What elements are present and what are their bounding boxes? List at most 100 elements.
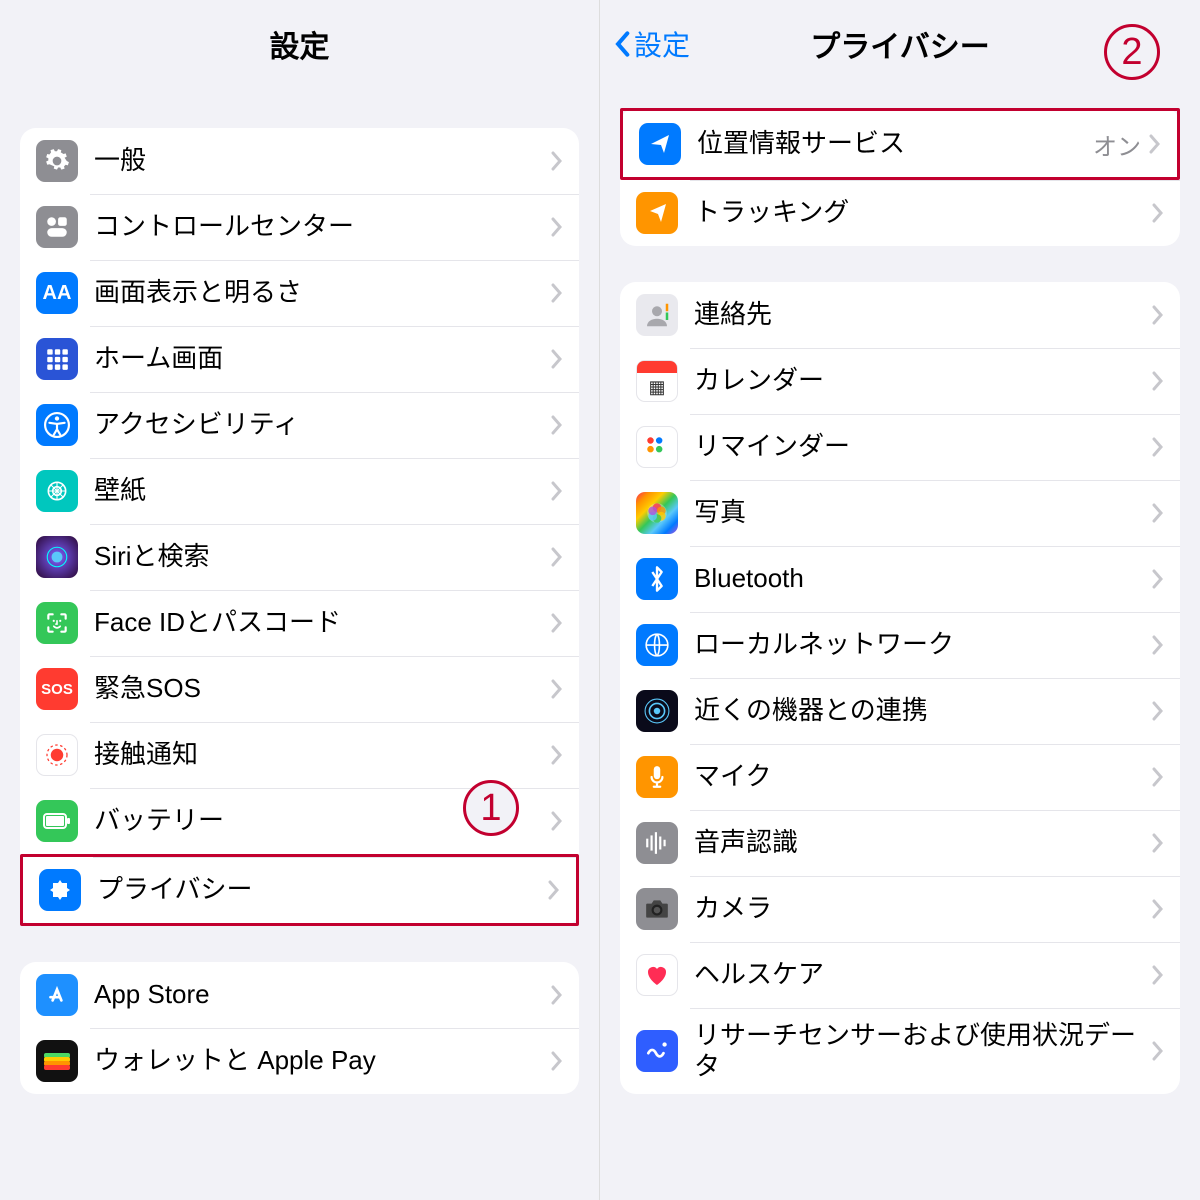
tracking-icon (636, 192, 678, 234)
wallpaper-icon (36, 470, 78, 512)
chevron-right-icon (1152, 437, 1164, 457)
row-label: 緊急SOS (94, 673, 551, 704)
settings-row[interactable]: ホーム画面 (20, 326, 579, 392)
row-label: プライバシー (97, 874, 548, 905)
bluetooth-icon (636, 558, 678, 600)
settings-row[interactable]: リサーチセンサーおよび使用状況データ (620, 1008, 1180, 1094)
settings-row[interactable]: 壁紙 (20, 458, 579, 524)
chevron-right-icon (1152, 1041, 1164, 1061)
row-label: カレンダー (694, 365, 1152, 396)
settings-screen: 設定 一般コントロールセンター AA 画面表示と明るさホーム画面アクセシビリティ壁紙… (0, 0, 600, 1200)
settings-row[interactable]: 一般 (20, 128, 579, 194)
settings-row[interactable]: マイク (620, 744, 1180, 810)
row-label: Bluetooth (694, 563, 1152, 594)
annotation-1: 1 (463, 780, 519, 836)
settings-row[interactable]: ▦ カレンダー (620, 348, 1180, 414)
settings-row[interactable]: AA 画面表示と明るさ (20, 260, 579, 326)
settings-row[interactable]: 位置情報サービスオン (620, 108, 1180, 180)
chevron-right-icon (551, 481, 563, 501)
calendar-icon: ▦ (636, 360, 678, 402)
chevron-right-icon (551, 283, 563, 303)
settings-row[interactable]: リマインダー (620, 414, 1180, 480)
accessibility-icon (36, 404, 78, 446)
chevron-right-icon (551, 415, 563, 435)
row-label: 画面表示と明るさ (94, 277, 551, 308)
nav-header: 設定 (0, 0, 599, 88)
photos-icon (636, 492, 678, 534)
settings-row[interactable]: Bluetooth (620, 546, 1180, 612)
privacy-group-1: 位置情報サービスオントラッキング (620, 108, 1180, 246)
chevron-right-icon (1152, 371, 1164, 391)
settings-row[interactable]: ローカルネットワーク (620, 612, 1180, 678)
chevron-right-icon (1152, 569, 1164, 589)
row-label: カメラ (694, 893, 1152, 924)
settings-row[interactable]: アクセシビリティ (20, 392, 579, 458)
local-network-icon (636, 624, 678, 666)
row-label: ウォレットと Apple Pay (94, 1045, 551, 1076)
settings-row[interactable]: 写真 (620, 480, 1180, 546)
camera-icon (636, 888, 678, 930)
row-label: 近くの機器との連携 (694, 695, 1152, 726)
row-label: Siriと検索 (94, 541, 551, 572)
settings-row[interactable]: ヘルスケア (620, 942, 1180, 1008)
row-label: リマインダー (694, 431, 1152, 462)
chevron-right-icon (548, 880, 560, 900)
settings-row[interactable]: プライバシー (20, 854, 579, 926)
page-title: プライバシー (810, 22, 989, 66)
chevron-right-icon (1152, 305, 1164, 325)
faceid-icon (36, 602, 78, 644)
chevron-right-icon (551, 151, 563, 171)
settings-row[interactable]: App Store (20, 962, 579, 1028)
chevron-right-icon (1152, 767, 1164, 787)
privacy-content: 位置情報サービスオントラッキング 連絡先 ▦ カレンダーリマインダー写真 Blueto… (600, 88, 1200, 1200)
chevron-right-icon (551, 745, 563, 765)
back-button[interactable]: 設定 (614, 24, 690, 64)
annotation-2: 2 (1104, 24, 1160, 80)
settings-row[interactable]: 近くの機器との連携 (620, 678, 1180, 744)
privacy-screen: 設定 プライバシー 位置情報サービスオントラッキング 連絡先 ▦ カレンダーリマイン… (600, 0, 1200, 1200)
settings-row[interactable]: 接触通知 (20, 722, 579, 788)
nearby-icon (636, 690, 678, 732)
settings-row[interactable]: コントロールセンター (20, 194, 579, 260)
row-label: 音声認識 (694, 827, 1152, 858)
contacts-icon (636, 294, 678, 336)
chevron-right-icon (551, 985, 563, 1005)
chevron-right-icon (1152, 965, 1164, 985)
research-icon (636, 1030, 678, 1072)
settings-row[interactable]: SOS緊急SOS (20, 656, 579, 722)
chevron-right-icon (1149, 134, 1161, 154)
settings-group-2: App Store ウォレットと Apple Pay (20, 962, 579, 1094)
chevron-right-icon (551, 679, 563, 699)
home-screen-icon (36, 338, 78, 380)
settings-row[interactable]: Siriと検索 (20, 524, 579, 590)
chevron-right-icon (551, 1051, 563, 1071)
chevron-right-icon (551, 349, 563, 369)
settings-row[interactable]: カメラ (620, 876, 1180, 942)
row-label: 一般 (94, 145, 551, 176)
row-label: 連絡先 (694, 299, 1152, 330)
display-icon: AA (36, 272, 78, 314)
settings-content: 一般コントロールセンター AA 画面表示と明るさホーム画面アクセシビリティ壁紙 Sir… (0, 88, 599, 1200)
row-label: 接触通知 (94, 739, 551, 770)
microphone-icon (636, 756, 678, 798)
row-label: ヘルスケア (694, 959, 1152, 990)
settings-row[interactable]: Face IDとパスコード (20, 590, 579, 656)
row-label: コントロールセンター (94, 211, 551, 242)
exposure-icon (36, 734, 78, 776)
chevron-right-icon (1152, 899, 1164, 919)
chevron-left-icon (614, 30, 630, 58)
row-label: マイク (694, 761, 1152, 792)
row-label: App Store (94, 979, 551, 1010)
row-label: アクセシビリティ (94, 409, 551, 440)
chevron-right-icon (1152, 203, 1164, 223)
settings-row[interactable]: 連絡先 (620, 282, 1180, 348)
chevron-right-icon (1152, 635, 1164, 655)
privacy-icon (39, 869, 81, 911)
siri-icon (36, 536, 78, 578)
settings-row[interactable]: トラッキング (620, 180, 1180, 246)
battery-icon (36, 800, 78, 842)
row-label: ホーム画面 (94, 343, 551, 374)
settings-row[interactable]: 音声認識 (620, 810, 1180, 876)
wallet-icon (36, 1040, 78, 1082)
settings-row[interactable]: ウォレットと Apple Pay (20, 1028, 579, 1094)
